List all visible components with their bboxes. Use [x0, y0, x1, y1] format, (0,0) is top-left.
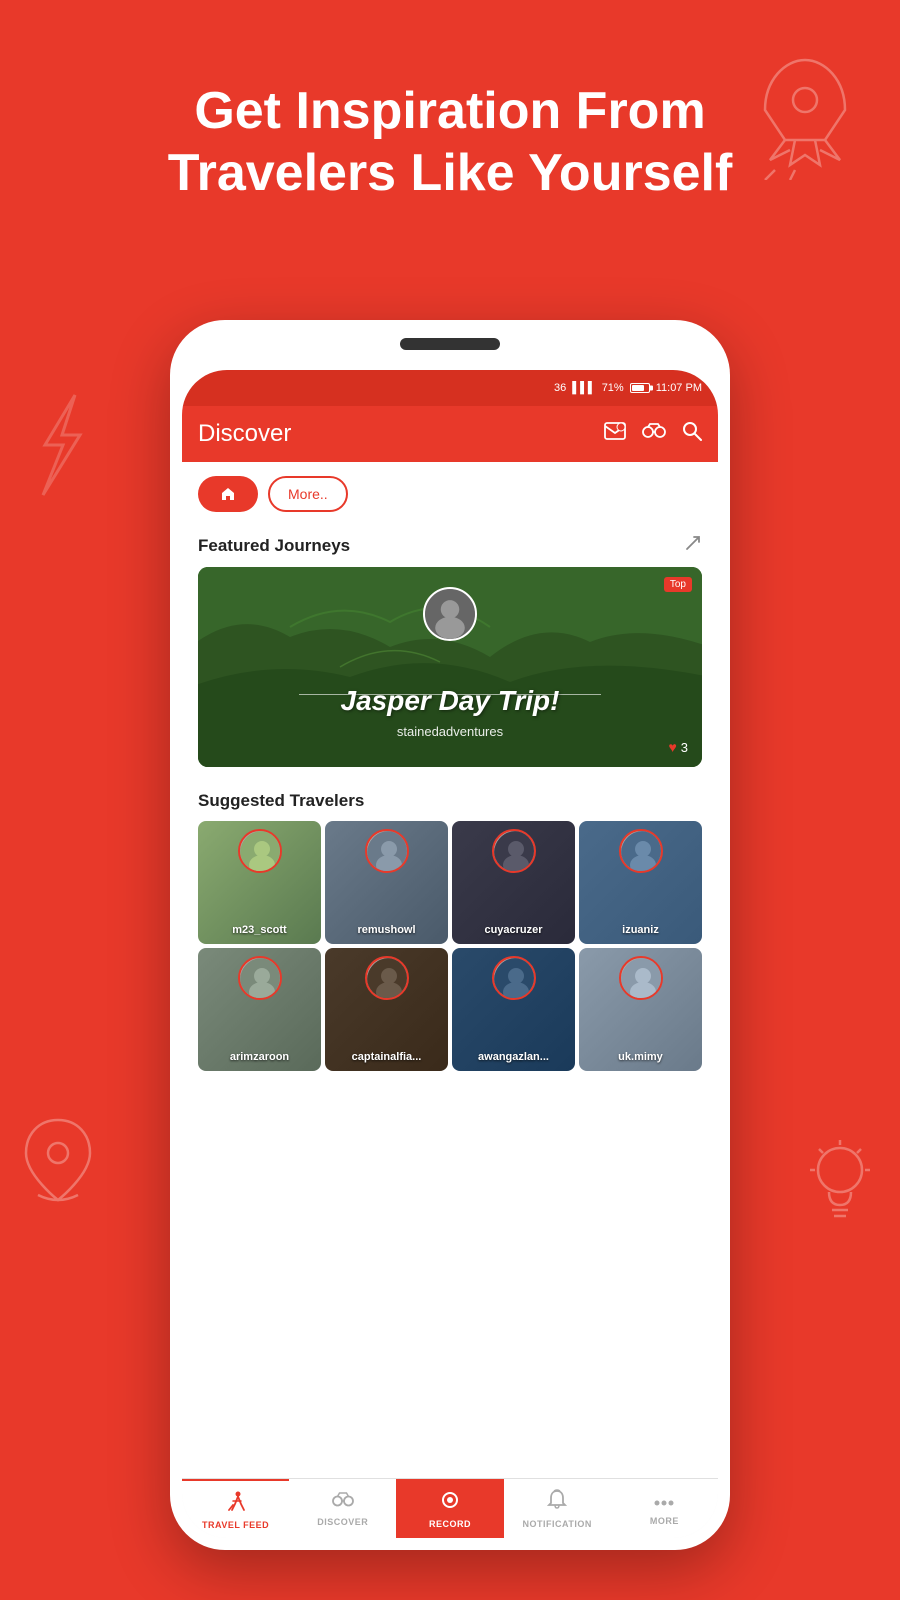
app-header: Discover — [182, 406, 718, 462]
header-icons — [604, 421, 702, 447]
likes-count: 3 — [681, 740, 688, 755]
binoculars-nav-icon — [332, 1491, 354, 1515]
featured-title: Featured Journeys — [198, 536, 350, 556]
phone-notch — [400, 338, 500, 350]
home-filter-button[interactable] — [198, 476, 258, 512]
nav-item-record[interactable]: RECORD — [396, 1479, 503, 1538]
journey-card[interactable]: Top Jasper Day Trip! stainedadventures ♥… — [198, 567, 702, 767]
traveler-card[interactable]: awangazlan... — [452, 948, 575, 1071]
traveler-name: arimzaroon — [198, 1051, 321, 1063]
nav-item-discover[interactable]: DISCOVER — [289, 1479, 396, 1538]
traveler-name: cuyacruzer — [452, 924, 575, 936]
more-label: MORE — [650, 1516, 679, 1526]
nav-item-travel-feed[interactable]: TRAVEL FEED — [182, 1479, 289, 1538]
traveler-name: remushowl — [325, 924, 448, 936]
traveler-avatar — [238, 829, 282, 873]
travel-feed-label: TRAVEL FEED — [202, 1520, 269, 1530]
nav-item-more[interactable]: MORE — [611, 1479, 718, 1538]
traveler-avatar — [619, 829, 663, 873]
nav-item-notification[interactable]: NOTIFICATION — [504, 1479, 611, 1538]
bolt-decoration — [25, 390, 95, 500]
traveler-name: izuaniz — [579, 924, 702, 936]
bell-icon — [547, 1489, 567, 1517]
status-bar: 36 ▌▌▌ 71% 11:07 PM — [182, 370, 718, 406]
traveler-card[interactable]: remushowl — [325, 821, 448, 944]
discover-label: DISCOVER — [317, 1517, 368, 1527]
suggested-header: Suggested Travelers — [182, 783, 718, 821]
filter-row: More.. — [182, 462, 718, 526]
traveler-name: m23_scott — [198, 924, 321, 936]
signal-bars: ▌▌▌ — [572, 382, 595, 394]
record-label: RECORD — [429, 1519, 471, 1529]
traveler-avatar — [619, 956, 663, 1000]
suggested-section: Suggested Travelers m23_scott remushowl — [182, 783, 718, 1081]
hero-headline: Get Inspiration From Travelers Like Your… — [0, 80, 900, 205]
traveler-card[interactable]: cuyacruzer — [452, 821, 575, 944]
traveler-avatar — [365, 829, 409, 873]
suggested-title: Suggested Travelers — [198, 791, 364, 811]
journey-likes: ♥ 3 — [668, 739, 688, 755]
hiker-icon — [225, 1490, 247, 1518]
phone-mockup: 36 ▌▌▌ 71% 11:07 PM Discover — [170, 320, 730, 1550]
lightbulb-decoration — [805, 1140, 875, 1230]
journey-avatar — [423, 587, 477, 641]
traveler-card[interactable]: uk.mimy — [579, 948, 702, 1071]
bottom-nav: TRAVEL FEED DISCOVER — [182, 1478, 718, 1538]
more-filter-button[interactable]: More.. — [268, 476, 348, 512]
traveler-name: awangazlan... — [452, 1051, 575, 1063]
search-icon[interactable] — [682, 421, 702, 447]
traveler-card[interactable]: captainalfia... — [325, 948, 448, 1071]
traveler-avatar — [492, 829, 536, 873]
traveler-avatar — [365, 956, 409, 1000]
battery-icon — [630, 383, 650, 393]
binoculars-icon[interactable] — [642, 422, 666, 446]
time: 11:07 PM — [656, 382, 702, 394]
traveler-name: uk.mimy — [579, 1051, 702, 1063]
notification-label: NOTIFICATION — [523, 1519, 592, 1529]
scroll-content: More.. Featured Journeys — [182, 462, 718, 1480]
journey-tag: Top — [664, 577, 692, 592]
traveler-avatar — [238, 956, 282, 1000]
envelope-icon[interactable] — [604, 422, 626, 446]
app-title: Discover — [198, 420, 291, 448]
journey-username: stainedadventures — [198, 724, 702, 739]
record-icon — [439, 1489, 461, 1517]
heart-icon: ♥ — [668, 739, 676, 755]
location-decoration — [18, 1115, 98, 1210]
battery-percent: 71% — [602, 382, 624, 394]
expand-icon[interactable] — [684, 534, 702, 557]
travelers-grid: m23_scott remushowl cuyacruzer — [182, 821, 718, 1071]
journey-title: Jasper Day Trip! — [198, 685, 702, 717]
traveler-name: captainalfia... — [325, 1051, 448, 1063]
traveler-avatar — [492, 956, 536, 1000]
signal-strength: 36 — [554, 382, 566, 394]
phone-screen: 36 ▌▌▌ 71% 11:07 PM Discover — [182, 370, 718, 1538]
featured-section-header: Featured Journeys — [182, 526, 718, 567]
traveler-card[interactable]: izuaniz — [579, 821, 702, 944]
traveler-card[interactable]: m23_scott — [198, 821, 321, 944]
traveler-card[interactable]: arimzaroon — [198, 948, 321, 1071]
dots-icon — [653, 1491, 675, 1514]
